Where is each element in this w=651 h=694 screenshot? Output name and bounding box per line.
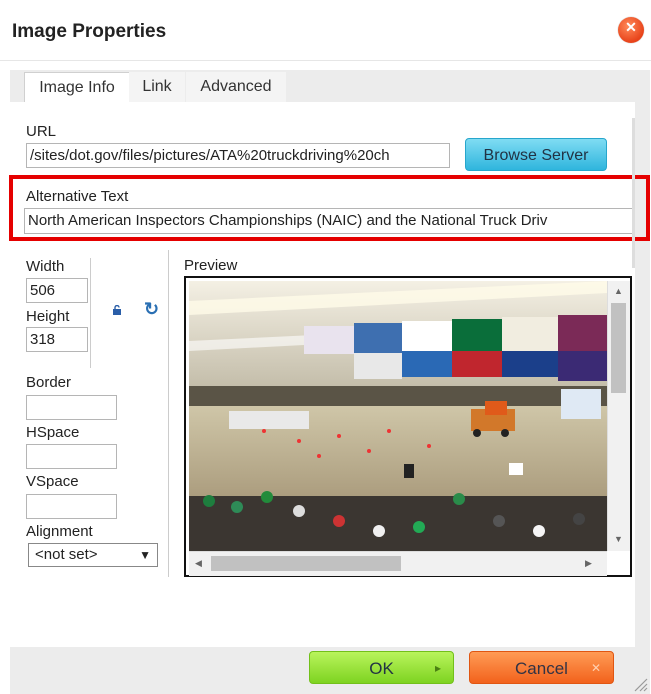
ok-arrow-icon: ▸ [434,661,441,675]
reset-size-icon[interactable]: ↻ [144,300,162,318]
image-properties-dialog: Image Properties ✕ Image Info Link Advan… [0,0,651,694]
dialog-titlebar: Image Properties ✕ [0,0,651,61]
browse-server-button[interactable]: Browse Server [465,138,607,171]
tab-link[interactable]: Link [129,72,185,102]
scroll-thumb[interactable] [611,303,626,393]
dialog-title: Image Properties [12,21,167,42]
ok-button[interactable]: OK ▸ [309,651,454,684]
divider [632,118,635,268]
width-input[interactable]: 506 [26,278,88,303]
alignment-selected-value: <not set> [35,546,98,563]
alignment-label: Alignment [26,523,93,540]
close-icon: ✕ [625,19,637,35]
scroll-down-icon[interactable]: ▼ [614,534,623,544]
dropdown-arrow-icon: ▼ [139,548,151,562]
alt-text-input[interactable]: North American Inspectors Championships … [24,208,635,234]
scroll-thumb[interactable] [211,556,401,571]
preview-vertical-scrollbar[interactable]: ▲ ▼ [607,281,630,551]
resize-grip-icon[interactable] [632,676,648,692]
divider [90,258,91,368]
hspace-label: HSpace [26,424,80,441]
width-label: Width [26,258,65,275]
height-label: Height [26,308,70,325]
border-label: Border [26,374,72,391]
border-input[interactable] [26,395,117,420]
tab-advanced[interactable]: Advanced [186,72,286,102]
divider [168,250,169,577]
close-button[interactable]: ✕ [618,17,644,43]
cancel-button[interactable]: Cancel ✕ [469,651,614,684]
scroll-left-icon[interactable]: ◀ [195,558,202,569]
scroll-right-icon[interactable]: ▶ [585,558,592,569]
scroll-up-icon[interactable]: ▲ [614,286,623,296]
preview-horizontal-scrollbar[interactable]: ◀ ▶ [189,551,607,576]
alt-text-label: Alternative Text [26,188,129,205]
vspace-label: VSpace [26,473,79,490]
vspace-input[interactable] [26,494,117,519]
preview-image [189,281,607,551]
cancel-label: Cancel [515,659,568,678]
url-input[interactable]: /sites/dot.gov/files/pictures/ATA%20truc… [26,143,450,168]
alignment-select[interactable]: <not set> ▼ [28,543,158,567]
preview-label: Preview [184,257,238,274]
height-input[interactable]: 318 [26,327,88,352]
hspace-input[interactable] [26,444,117,469]
ok-label: OK [369,659,394,678]
tab-image-info[interactable]: Image Info [24,72,130,103]
cancel-x-icon: ✕ [590,661,601,675]
lock-icon[interactable] [112,305,122,315]
url-label: URL [26,123,57,140]
